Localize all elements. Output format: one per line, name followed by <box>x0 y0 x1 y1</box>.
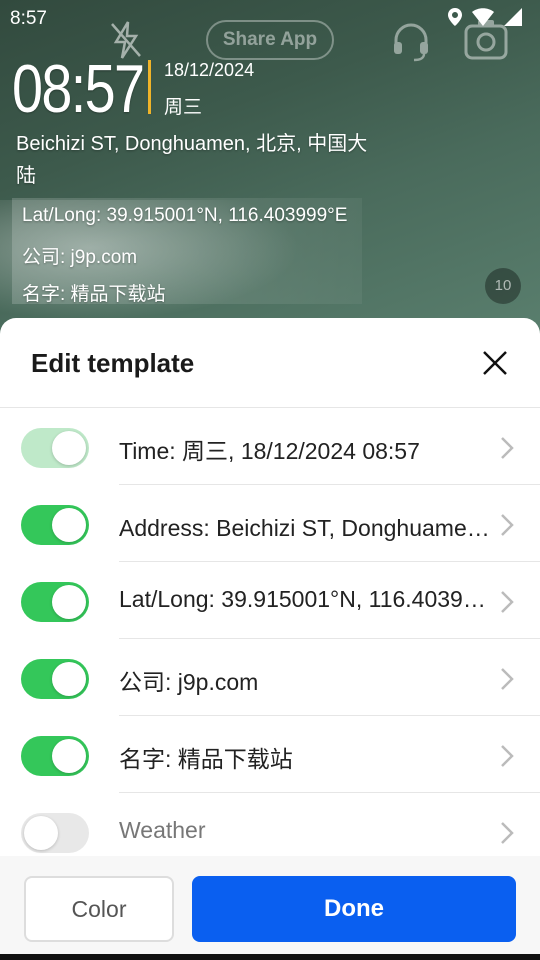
watermark-address: Beichizi ST, Donghuamen, 北京, 中国大陆 <box>16 133 368 187</box>
row-label: Time: 周三, 18/12/2024 08:57 <box>119 438 420 464</box>
row-label: Lat/Long: 39.915001°N, 116.403999°E <box>119 586 491 612</box>
edit-template-sheet: Edit template Time: 周三, 18/12/2024 08:57… <box>0 318 540 960</box>
template-row-company[interactable]: 公司: j9p.com <box>0 639 540 716</box>
navigation-bar <box>0 954 540 960</box>
row-label: Address: Beichizi ST, Donghuamen, 北京, 中国… <box>119 515 491 541</box>
template-row-latlong[interactable]: Lat/Long: 39.915001°N, 116.403999°E <box>0 562 540 639</box>
watermark-name: 名字: 精品下载站 <box>22 284 166 305</box>
close-icon[interactable] <box>480 348 510 378</box>
camera-switch-icon[interactable] <box>464 20 508 64</box>
toggle-name[interactable] <box>21 736 89 776</box>
row-label: 名字: 精品下载站 <box>119 746 293 772</box>
watermark-latlong: Lat/Long: 39.915001°N, 116.403999°E <box>22 205 348 226</box>
toggle-company[interactable] <box>21 659 89 699</box>
watermark-weekday: 周三 <box>164 96 203 118</box>
template-row-name[interactable]: 名字: 精品下载站 <box>0 716 540 793</box>
color-button[interactable]: Color <box>24 876 174 942</box>
toggle-latlong[interactable] <box>21 582 89 622</box>
share-app-button[interactable]: Share App <box>206 20 334 60</box>
chevron-right-icon <box>500 744 514 772</box>
toggle-weather[interactable] <box>21 813 89 853</box>
chevron-right-icon <box>500 436 514 464</box>
sheet-footer: Color Done <box>0 856 540 960</box>
watermark-date: 18/12/2024 <box>164 60 255 80</box>
row-label: 公司: j9p.com <box>119 669 259 695</box>
chevron-right-icon <box>500 667 514 695</box>
toggle-time[interactable] <box>21 428 89 468</box>
row-label: Weather <box>119 817 206 843</box>
watermark-time: 08:57 <box>12 51 145 127</box>
photo-count-badge[interactable]: 10 <box>485 268 521 304</box>
done-button[interactable]: Done <box>192 876 516 942</box>
toggle-address[interactable] <box>21 505 89 545</box>
chevron-right-icon <box>500 590 514 618</box>
sheet-header: Edit template <box>0 318 540 408</box>
watermark-accent-bar <box>148 60 151 114</box>
template-row-address[interactable]: Address: Beichizi ST, Donghuamen, 北京, 中国… <box>0 485 540 562</box>
sheet-title: Edit template <box>31 348 195 378</box>
watermark-company: 公司: j9p.com <box>22 247 138 268</box>
chevron-right-icon <box>500 513 514 541</box>
chevron-right-icon <box>500 821 514 849</box>
template-row-time[interactable]: Time: 周三, 18/12/2024 08:57 <box>0 408 540 485</box>
headset-icon[interactable] <box>390 20 432 66</box>
